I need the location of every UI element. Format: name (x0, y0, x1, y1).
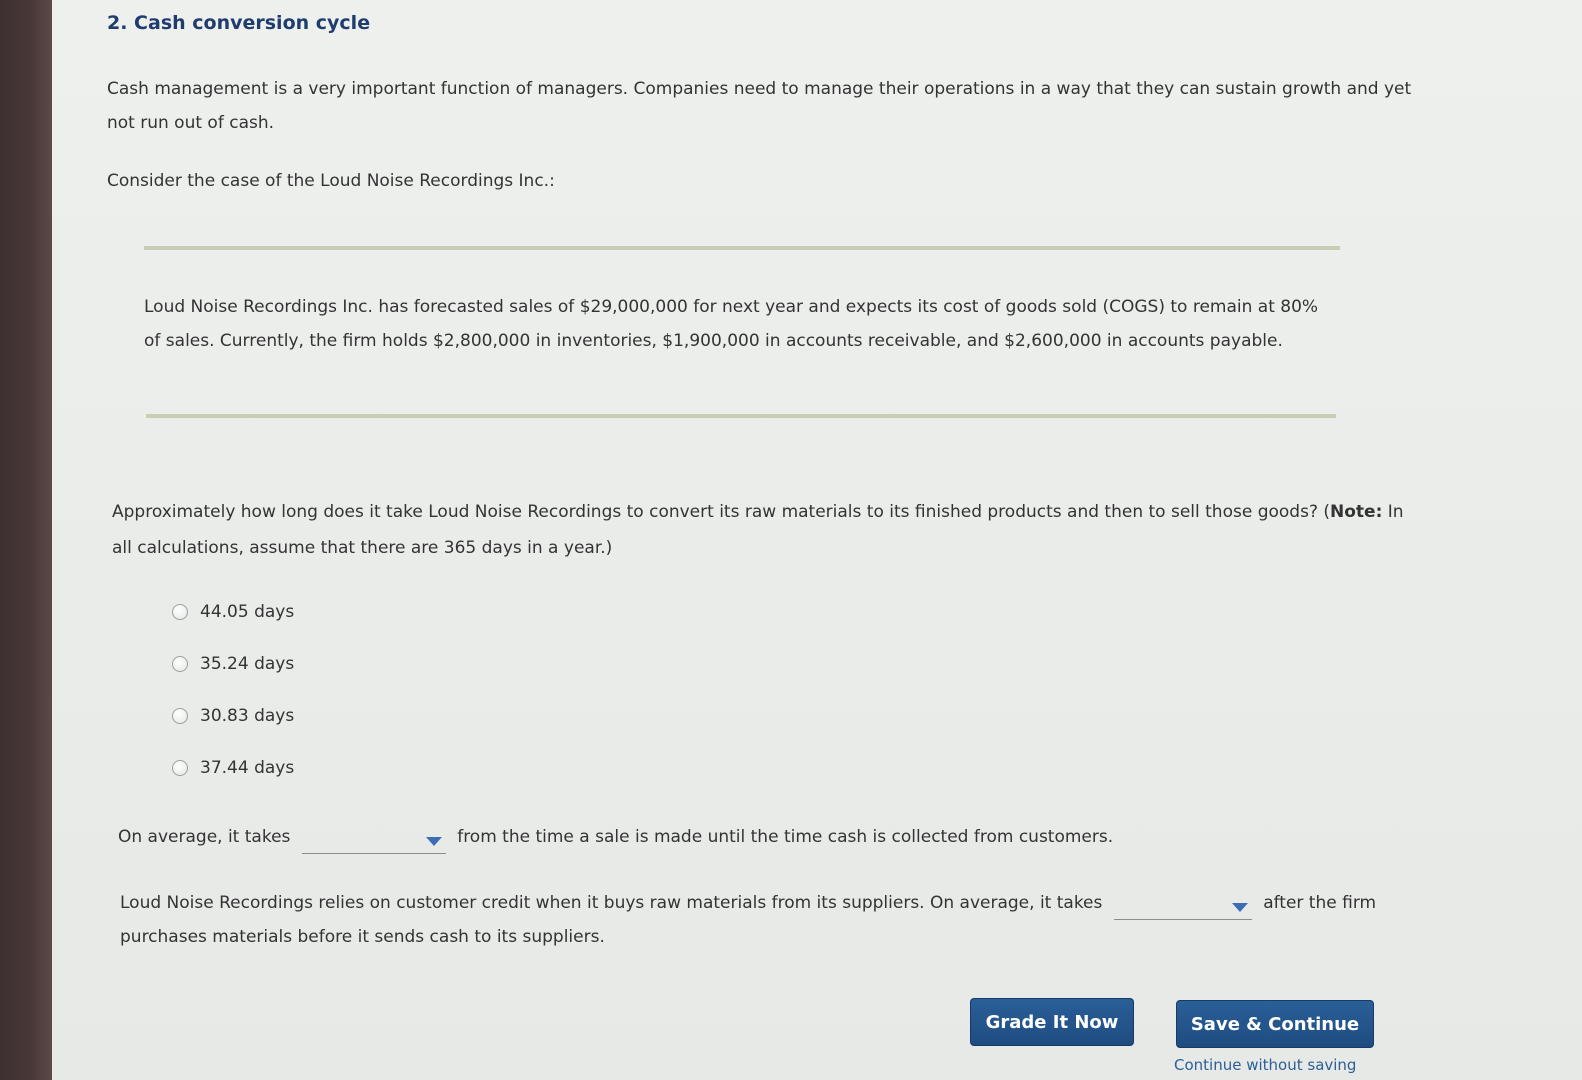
option-1[interactable]: 44.05 days (172, 586, 294, 638)
option-2[interactable]: 35.24 days (172, 638, 294, 690)
save-continue-button[interactable]: Save & Continue (1176, 1000, 1374, 1048)
consider-text: Consider the case of the Loud Noise Reco… (107, 171, 555, 191)
option-4[interactable]: 37.44 days (172, 742, 294, 794)
question-title: 2. Cash conversion cycle (107, 12, 371, 34)
fill-in-sentence-2: Loud Noise Recordings relies on customer… (120, 886, 1400, 954)
answer-options: 44.05 days 35.24 days 30.83 days 37.44 d… (172, 586, 294, 794)
days-receivable-dropdown[interactable] (301, 831, 446, 854)
question-prompt: Approximately how long does it take Loud… (112, 494, 1412, 566)
option-label: 30.83 days (200, 706, 295, 726)
fill-in-2-before: Loud Noise Recordings relies on customer… (120, 893, 1103, 913)
fill-in-sentence-1: On average, it takes from the time a sal… (118, 820, 1218, 854)
divider-top (144, 246, 1340, 250)
question-panel: 2. Cash conversion cycle Cash management… (52, 0, 1582, 1080)
prompt-text: Approximately how long does it take Loud… (112, 502, 1330, 522)
chevron-down-icon (425, 837, 442, 846)
fill-in-1-before: On average, it takes (118, 827, 291, 847)
option-label: 37.44 days (200, 758, 295, 778)
radio-button[interactable] (172, 604, 188, 620)
radio-button[interactable] (172, 656, 188, 672)
left-sidebar (0, 0, 52, 1080)
divider-bottom (146, 414, 1336, 418)
radio-button[interactable] (172, 760, 188, 776)
scenario-text: Loud Noise Recordings Inc. has forecaste… (144, 297, 1319, 351)
option-label: 35.24 days (200, 654, 295, 674)
grade-it-now-button[interactable]: Grade It Now (970, 998, 1134, 1046)
option-3[interactable]: 30.83 days (172, 690, 294, 742)
radio-button[interactable] (172, 708, 188, 724)
intro-text: Cash management is a very important func… (107, 79, 1412, 133)
chevron-down-icon (1231, 903, 1248, 912)
option-label: 44.05 days (200, 602, 295, 622)
fill-in-1-after: from the time a sale is made until the t… (457, 827, 1114, 847)
note-label: Note: (1330, 502, 1383, 522)
continue-without-saving-link[interactable]: Continue without saving (1174, 1056, 1356, 1080)
days-payable-dropdown[interactable] (1113, 897, 1252, 920)
